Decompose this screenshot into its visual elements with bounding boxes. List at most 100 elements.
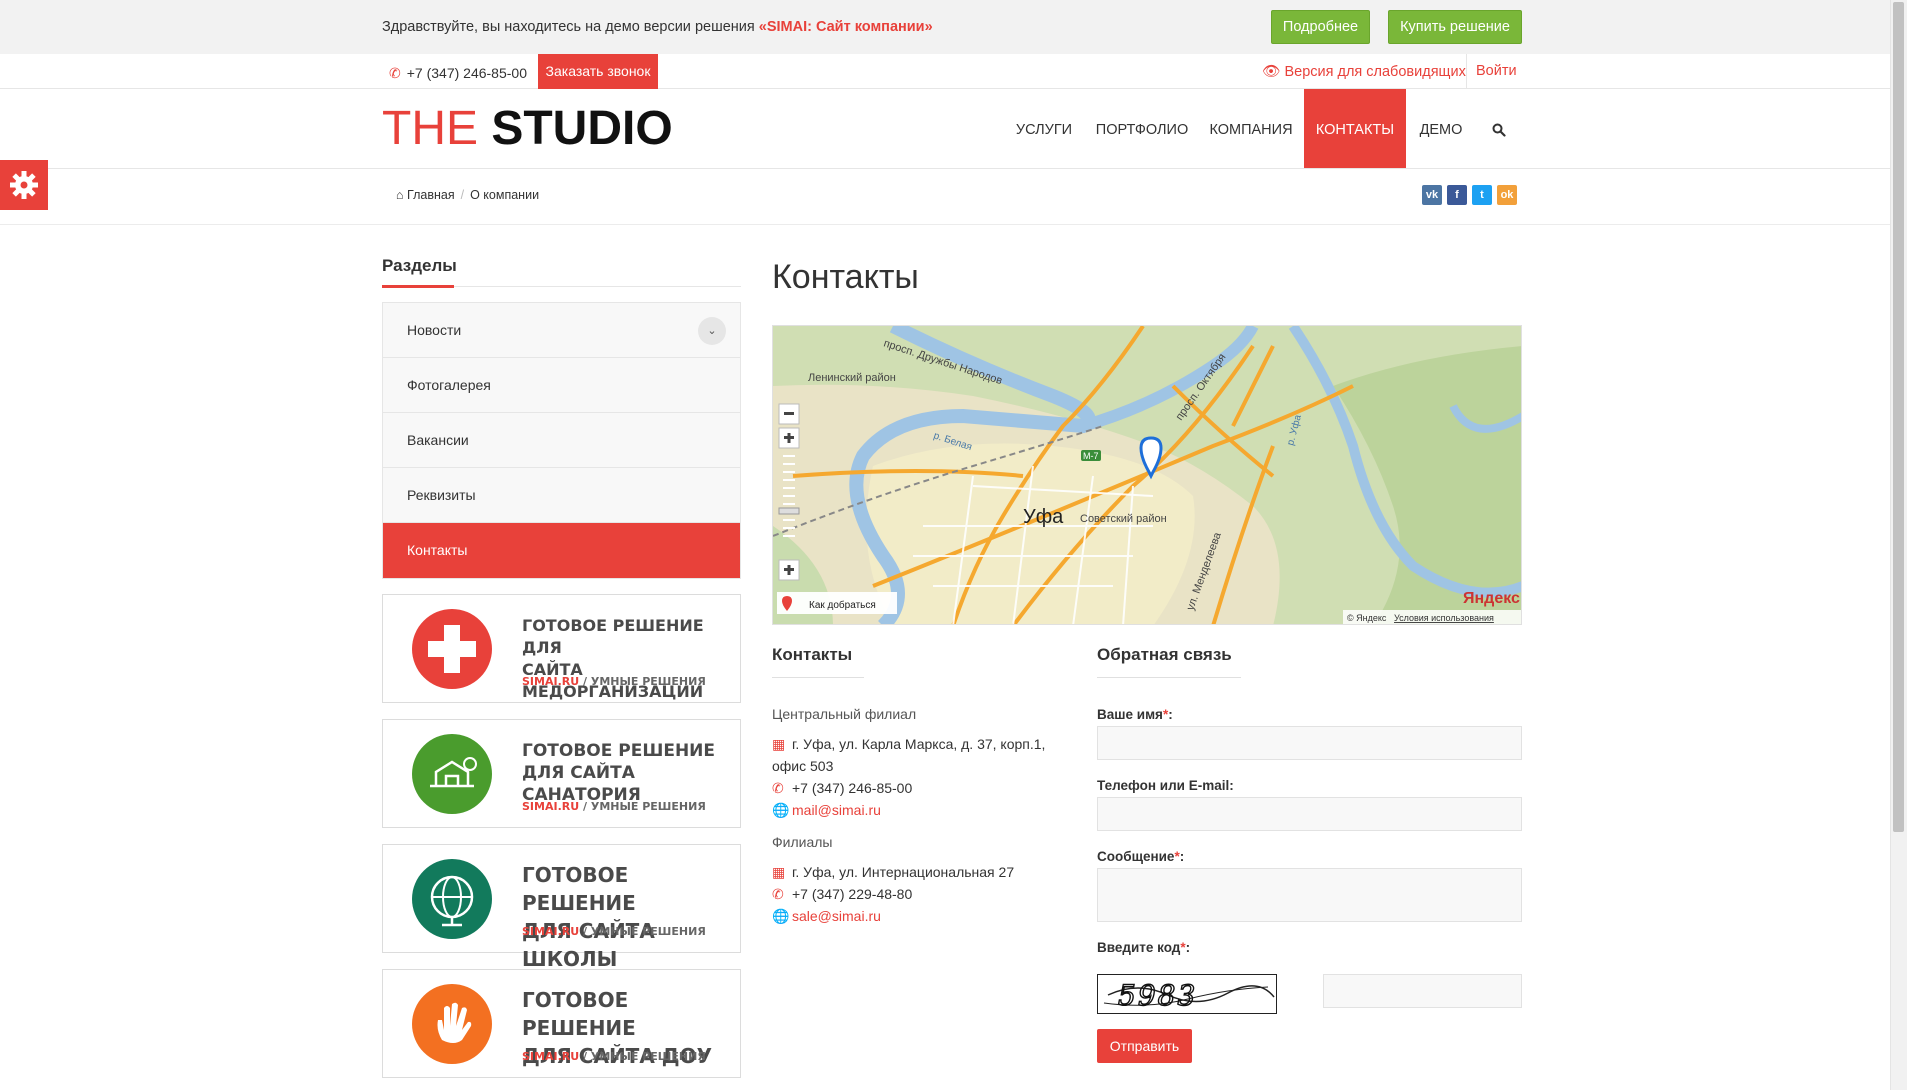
odnoklassniki-icon[interactable]: ok: [1497, 185, 1517, 205]
logo-part1: THE: [382, 102, 478, 155]
scrollbar-thumb[interactable]: [1893, 2, 1904, 832]
banner-title: ГОТОВОЕ РЕШЕНИЕ ДЛЯ САЙТА САНАТОРИЯ: [522, 741, 716, 805]
visually-impaired-link[interactable]: 👁 Версия для слабовидящих: [1262, 63, 1466, 80]
twitter-icon[interactable]: t: [1472, 185, 1492, 205]
nav-contacts[interactable]: КОНТАКТЫ: [1304, 89, 1406, 168]
svg-text:Советский район: Советский район: [1080, 513, 1167, 525]
banner-tagline: SIMAI.RU / УМНЫЕ РЕШЕНИЯ: [522, 925, 706, 938]
yandex-map[interactable]: Ленинский район просп. Дружбы Народов пр…: [772, 325, 1522, 625]
header-phone-number: +7 (347) 246-85-00: [406, 65, 527, 81]
svg-text:5983: 5983: [1118, 979, 1197, 1012]
logo[interactable]: THE STUDIO: [382, 103, 673, 155]
central-address-office: офис 503: [772, 758, 834, 774]
gear-icon: [10, 171, 38, 199]
settings-panel-toggle[interactable]: [0, 160, 48, 210]
sidebar-item-label: Фотогалерея: [407, 377, 491, 393]
sidebar-item-label: Контакты: [407, 542, 468, 558]
feedback-section-title: Обратная связь: [1097, 645, 1232, 664]
central-branch-title: Центральный филиал: [772, 706, 917, 722]
vk-icon[interactable]: vk: [1422, 185, 1442, 205]
breadcrumb-home[interactable]: Главная: [407, 188, 455, 202]
nav-portfolio[interactable]: ПОРТФОЛИО: [1093, 89, 1191, 168]
sidebar-menu: Новости ⌄ Фотогалерея Вакансии Реквизиты…: [382, 302, 741, 579]
contact-label: Телефон или E-mail:: [1097, 778, 1234, 793]
message-label: Сообщение*:: [1097, 849, 1185, 864]
order-call-button[interactable]: Заказать звонок: [538, 54, 658, 89]
svg-text:Яндекс: Яндекс: [1463, 590, 1520, 607]
building-icon: ▦: [772, 864, 786, 880]
sidebar-item-label: Вакансии: [407, 432, 469, 448]
login-link[interactable]: Войти: [1476, 63, 1517, 79]
sidebar-item-requisites[interactable]: Реквизиты: [383, 468, 740, 523]
sidebar-item-gallery[interactable]: Фотогалерея: [383, 358, 740, 413]
submit-button[interactable]: Отправить: [1097, 1029, 1192, 1063]
nav-company[interactable]: КОМПАНИЯ: [1207, 89, 1295, 168]
banner-tagline: SIMAI.RU / УМНЫЕ РЕШЕНИЯ: [522, 675, 706, 688]
phone-icon: ✆: [772, 780, 784, 796]
banner-school[interactable]: ГОТОВОЕ РЕШЕНИЕ ДЛЯ САЙТА ШКОЛЫ SIMAI.RU …: [382, 844, 741, 971]
facebook-icon[interactable]: f: [1447, 185, 1467, 205]
captcha-input[interactable]: [1323, 974, 1522, 1008]
central-phone[interactable]: ✆ +7 (347) 246-85-00: [772, 777, 912, 799]
breadcrumb-separator: /: [460, 188, 465, 202]
buy-solution-button[interactable]: Купить решение: [1388, 10, 1522, 44]
divider: [1466, 54, 1467, 89]
svg-text:Уфа: Уфа: [1023, 506, 1064, 528]
medical-cross-icon: [412, 609, 492, 689]
message-textarea[interactable]: [1097, 868, 1522, 922]
svg-text:© Яндекс: © Яндекс: [1347, 613, 1387, 623]
banner-tagline: SIMAI.RU / УМНЫЕ РЕШЕНИЯ: [522, 800, 706, 813]
demo-notice: Здравствуйте, вы находитесь на демо верс…: [382, 19, 933, 35]
demo-topbar: Здравствуйте, вы находитесь на демо верс…: [0, 0, 1907, 54]
eye-icon: 👁: [1262, 64, 1281, 80]
nav-services[interactable]: УСЛУГИ: [1003, 89, 1085, 168]
banner-tagline: SIMAI.RU / УМНЫЕ РЕШЕНИЯ: [522, 1050, 706, 1063]
building-icon: ▦: [772, 736, 786, 752]
sidebar-title: Разделы: [382, 256, 457, 275]
captcha-image: 5983: [1097, 974, 1277, 1014]
sidebar-item-contacts[interactable]: Контакты: [383, 523, 740, 578]
globe-icon: 🌐: [772, 802, 790, 818]
svg-text:Ленинский район: Ленинский район: [808, 372, 896, 384]
sidebar-item-news[interactable]: Новости ⌄: [383, 303, 740, 358]
home-icon: ⌂: [396, 188, 404, 202]
branch-phone[interactable]: ✆ +7 (347) 229-48-80: [772, 883, 912, 905]
hand-icon: [412, 984, 492, 1064]
banner-medical[interactable]: ГОТОВОЕ РЕШЕНИЕ ДЛЯ САЙТА МЕДОРГАНИЗАЦИИ …: [382, 594, 741, 703]
phone-email-input[interactable]: [1097, 797, 1522, 831]
sidebar-item-label: Реквизиты: [407, 487, 476, 503]
banner-title: ГОТОВОЕ РЕШЕНИЕ ДЛЯ САЙТА МЕДОРГАНИЗАЦИИ: [522, 616, 704, 701]
sidebar-item-vacancies[interactable]: Вакансии: [383, 413, 740, 468]
central-email[interactable]: 🌐 mail@simai.ru: [772, 799, 881, 821]
breadcrumb-current[interactable]: О компании: [470, 188, 539, 202]
search-icon[interactable]: [1484, 89, 1514, 168]
branch-email[interactable]: 🌐 sale@simai.ru: [772, 905, 881, 927]
breadcrumb: ⌂ Главная / О компании: [396, 188, 539, 202]
logo-part2: STUDIO: [491, 102, 673, 155]
breadcrumb-divider: [0, 224, 1907, 225]
demo-notice-text: Здравствуйте, вы находитесь на демо верс…: [382, 19, 755, 35]
captcha-label: Введите код*:: [1097, 940, 1191, 955]
contact-bar: ✆ +7 (347) 246-85-00 Заказать звонок 👁 Ве…: [0, 54, 1907, 89]
central-address: ▦ г. Уфа, ул. Карла Маркса, д. 37, корп.1…: [772, 733, 1045, 755]
sanatorium-icon: [412, 734, 492, 814]
nav-demo[interactable]: ДЕМО: [1414, 89, 1468, 168]
name-label: Ваше имя*:: [1097, 707, 1173, 722]
banner-sanatorium[interactable]: ГОТОВОЕ РЕШЕНИЕ ДЛЯ САЙТА САНАТОРИЯ SIMAI…: [382, 719, 741, 828]
svg-text:Условия использования: Условия использования: [1394, 613, 1494, 623]
more-button[interactable]: Подробнее: [1271, 10, 1370, 44]
svg-text:М-7: М-7: [1083, 451, 1099, 461]
branch-address: ▦ г. Уфа, ул. Интернациональная 27: [772, 861, 1014, 883]
chevron-down-icon[interactable]: ⌄: [698, 317, 726, 345]
header-phone[interactable]: ✆ +7 (347) 246-85-00: [389, 65, 527, 82]
globe-icon: 🌐: [772, 908, 790, 924]
branches-title: Филиалы: [772, 834, 833, 850]
banner-preschool[interactable]: ГОТОВОЕ РЕШЕНИЕ ДЛЯ САЙТА ДОУ SIMAI.RU / …: [382, 969, 741, 1078]
contacts-title-line: [772, 677, 864, 678]
contacts-section-title: Контакты: [772, 645, 853, 664]
globe-icon: [412, 859, 492, 939]
name-input[interactable]: [1097, 726, 1522, 760]
demo-solution-link[interactable]: «SIMAI: Сайт компании»: [759, 19, 933, 35]
phone-icon: ✆: [772, 886, 784, 902]
sidebar-title-line: [454, 286, 741, 287]
